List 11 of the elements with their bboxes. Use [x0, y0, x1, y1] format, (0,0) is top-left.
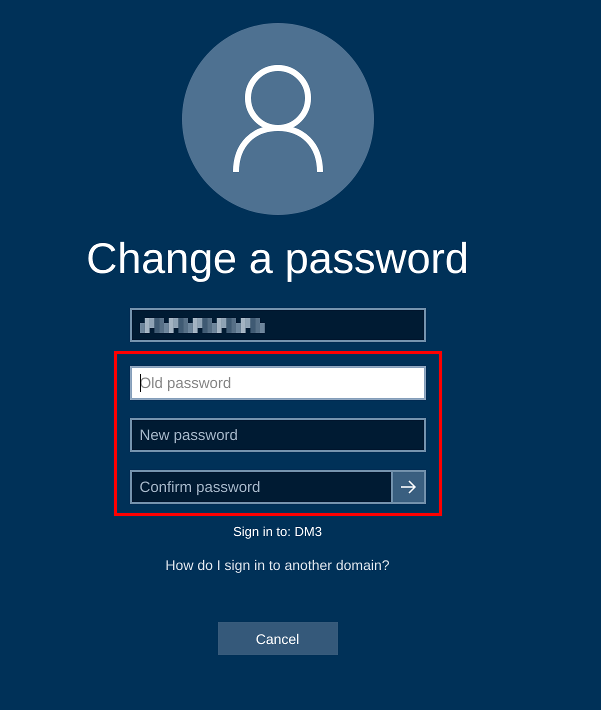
password-field[interactable]: Confirm password — [130, 470, 392, 504]
page-title: Change a password — [86, 234, 469, 285]
sign-in-domain: Sign in to: DM3 — [233, 524, 322, 539]
submit-button[interactable] — [392, 470, 426, 504]
account-field[interactable] — [130, 308, 426, 342]
password-field[interactable]: Old password — [130, 366, 426, 400]
help-link[interactable]: How do I sign in to another domain? — [165, 557, 390, 573]
password-field[interactable]: New password — [130, 418, 426, 452]
arrow-right-icon — [400, 480, 416, 494]
cancel-button[interactable]: Cancel — [218, 622, 338, 655]
user-icon — [232, 64, 324, 174]
